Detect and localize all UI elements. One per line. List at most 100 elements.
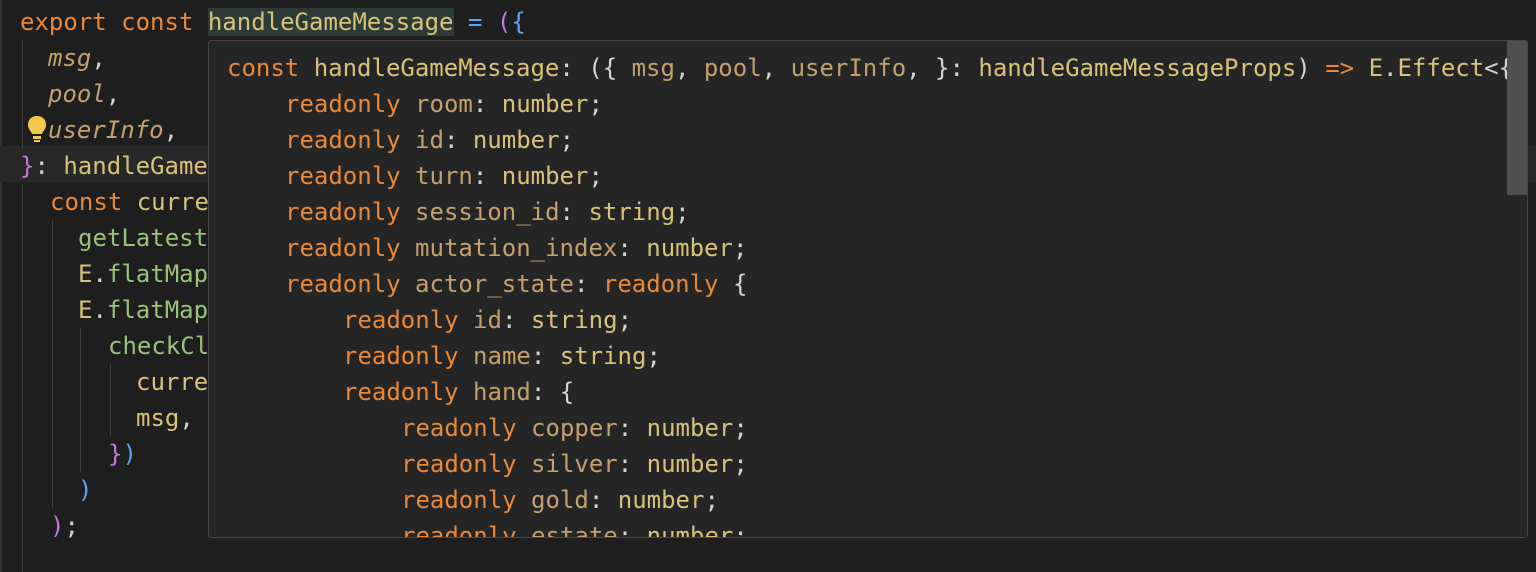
code-token: curre	[136, 188, 209, 216]
code-line[interactable]: export const handleGameMessage = ({	[0, 4, 1536, 40]
code-token: ;	[617, 306, 633, 334]
code-token: readonly	[343, 378, 459, 406]
code-token: readonly	[401, 414, 517, 442]
code-token: ,	[91, 44, 106, 72]
code-token: E	[78, 296, 93, 324]
hover-scroll-thumb[interactable]	[1507, 41, 1527, 195]
code-token: ;	[704, 486, 719, 514]
type-line: readonly session_id: string;	[285, 194, 690, 230]
code-token: msg	[48, 44, 92, 72]
code-token: {	[718, 270, 748, 298]
code-token: flatMap	[106, 260, 209, 288]
code-text: msg,	[48, 40, 106, 76]
code-text: curre	[136, 364, 208, 400]
code-text: E.flatMap	[78, 256, 208, 292]
hover-scrollbar[interactable]	[1507, 41, 1527, 537]
code-token: gold	[531, 486, 589, 514]
type-line: readonly copper: number;	[401, 410, 748, 446]
code-token: const	[50, 188, 123, 216]
code-text: userInfo,	[48, 112, 178, 148]
hover-tooltip[interactable]: const handleGameMessage: ({ msg, pool, u…	[208, 40, 1528, 538]
code-token: const	[121, 8, 194, 36]
code-token: ;	[588, 162, 603, 190]
code-token: , }:	[906, 54, 979, 82]
code-token: readonly	[285, 90, 401, 118]
code-text: msg,	[136, 400, 194, 436]
code-token: :	[501, 306, 531, 334]
code-token: number	[617, 486, 705, 514]
code-token: {	[511, 8, 526, 36]
code-token: silver	[531, 450, 618, 478]
code-token: :	[617, 450, 647, 478]
code-token: ;	[559, 126, 575, 154]
code-token: string	[530, 306, 618, 334]
code-token: pool	[703, 54, 762, 82]
type-line: readonly name: string;	[343, 338, 661, 374]
code-token: number	[501, 162, 589, 190]
code-token: readonly	[343, 306, 459, 334]
code-token: actor_state	[415, 270, 574, 298]
code-token: .	[92, 296, 107, 324]
code-token: E	[1368, 54, 1384, 82]
code-token: hand	[473, 378, 531, 406]
code-token: ,	[105, 80, 121, 108]
code-token: number	[646, 234, 733, 262]
type-line: readonly estate: number;	[401, 518, 748, 538]
code-token: ,	[163, 116, 179, 144]
code-token: ;	[733, 522, 748, 538]
code-text: }: handleGame	[20, 148, 208, 184]
type-line: readonly actor_state: readonly {	[285, 266, 747, 302]
code-token: readonly	[401, 522, 517, 538]
code-token: readonly	[401, 450, 517, 478]
code-token: pool	[48, 80, 106, 108]
code-token: }	[20, 152, 35, 180]
type-line: readonly room: number;	[285, 86, 603, 122]
code-token: :	[617, 522, 647, 538]
type-line: readonly id: number;	[285, 122, 574, 158]
code-token: }	[108, 440, 123, 468]
code-token: number	[501, 90, 589, 118]
code-token: )	[50, 512, 65, 540]
code-token: msg	[136, 404, 180, 432]
code-token: readonly	[285, 126, 401, 154]
code-token: :	[34, 152, 64, 180]
code-token: :	[617, 234, 647, 262]
code-token: ,	[674, 54, 704, 82]
code-token: :	[617, 414, 647, 442]
code-token: ;	[646, 342, 661, 370]
code-token: ,	[179, 404, 194, 432]
code-token: ;	[732, 234, 748, 262]
code-token: readonly	[285, 198, 401, 226]
code-token: Effect	[1397, 54, 1485, 82]
code-token: curre	[136, 368, 209, 396]
code-token: ;	[733, 450, 748, 478]
code-token: number	[472, 126, 560, 154]
code-token: number	[646, 522, 734, 538]
code-token: : ({	[559, 54, 632, 82]
code-token: .	[1383, 54, 1398, 82]
code-token: )	[122, 440, 137, 468]
code-token: :	[574, 270, 603, 298]
code-token: readonly	[602, 270, 719, 298]
code-text: export const handleGameMessage = ({	[20, 4, 526, 40]
code-token: handleGameMessage	[207, 8, 454, 36]
code-token: turn	[415, 162, 473, 190]
code-token: room	[415, 90, 473, 118]
code-text: );	[50, 508, 79, 544]
code-token: string	[559, 342, 647, 370]
code-token: name	[473, 342, 531, 370]
lightbulb-icon[interactable]	[26, 114, 48, 144]
